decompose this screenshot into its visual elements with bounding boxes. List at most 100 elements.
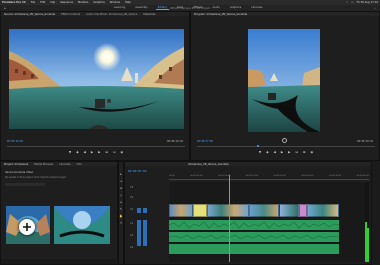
workspace-color[interactable]: Color bbox=[175, 6, 186, 10]
video-clip-highlighted[interactable] bbox=[193, 204, 207, 217]
home-icon[interactable]: ⌂ bbox=[4, 7, 6, 10]
source-timecode-duration: 00:00:19:18 bbox=[167, 140, 183, 143]
video-clip[interactable] bbox=[169, 204, 193, 217]
track-label-a3[interactable]: A3 bbox=[130, 246, 133, 249]
timeline-tracks[interactable] bbox=[168, 175, 369, 262]
search-icon[interactable]: ⌕ bbox=[375, 7, 376, 10]
source-timecode-current[interactable]: 00:00:10:04 bbox=[7, 140, 23, 143]
source-patch-a1[interactable] bbox=[137, 220, 141, 246]
step-forward-icon[interactable]: ▶ bbox=[98, 150, 100, 154]
step-back-icon[interactable]: ◀ bbox=[84, 150, 86, 154]
timeline-timecode[interactable]: 00:00:07:06 bbox=[128, 169, 147, 173]
program-video-frame[interactable] bbox=[248, 29, 320, 132]
ripple-edit-icon[interactable]: ⇹ bbox=[120, 186, 123, 190]
track-label-v2[interactable]: V2 bbox=[130, 196, 133, 199]
tab-program[interactable]: Program: Immersive_VR_Venice_Gondola bbox=[194, 13, 247, 16]
menu-help[interactable]: Help bbox=[125, 1, 131, 4]
project-info-line: No assets in this project. Click Import … bbox=[5, 176, 67, 179]
type-tool-icon[interactable]: T bbox=[120, 221, 122, 225]
target-track-a1[interactable] bbox=[143, 220, 147, 246]
workspace-assembly[interactable]: Assembly bbox=[133, 6, 150, 10]
mark-out-icon[interactable]: ◆ bbox=[266, 150, 268, 154]
mark-in-icon[interactable]: ▼ bbox=[259, 150, 261, 154]
menu-markers[interactable]: Markers bbox=[78, 1, 88, 4]
tab-libraries[interactable]: Libraries bbox=[59, 163, 70, 166]
tab-info[interactable]: Info bbox=[77, 163, 82, 166]
audio-track-a2[interactable] bbox=[168, 232, 340, 242]
tab-project[interactable]: Project: Immersive bbox=[4, 163, 28, 166]
mark-out-icon[interactable]: ◆ bbox=[76, 150, 78, 154]
menu-sequence[interactable]: Sequence bbox=[60, 1, 73, 4]
workspace-audio[interactable]: Audio bbox=[210, 6, 221, 10]
workspace-effects[interactable]: Effects bbox=[192, 6, 205, 10]
tab-audio-clip-mixer[interactable]: Audio Clip Mixer: Immersive_VR_Venice bbox=[86, 13, 137, 16]
source-video-frame[interactable] bbox=[9, 29, 184, 129]
extract-icon[interactable]: ⊠ bbox=[303, 150, 306, 154]
source-patch-v1[interactable] bbox=[137, 208, 141, 213]
video-clip[interactable] bbox=[279, 204, 299, 217]
video-clip[interactable] bbox=[249, 204, 279, 217]
step-back-icon[interactable]: ◀ bbox=[274, 150, 276, 154]
ruler-tick: 00:00 bbox=[169, 175, 175, 177]
workspace-editing[interactable]: Editing bbox=[155, 6, 169, 10]
program-playhead[interactable] bbox=[257, 145, 259, 147]
step-forward-icon[interactable]: ▶ bbox=[288, 150, 290, 154]
menu-clip[interactable]: Clip bbox=[50, 1, 55, 4]
play-icon[interactable]: ▶ bbox=[281, 150, 283, 154]
audio-track-a3[interactable] bbox=[169, 244, 339, 254]
track-label-v1[interactable]: V1 bbox=[130, 208, 133, 211]
vr-view-handle[interactable] bbox=[282, 138, 287, 143]
audio-waveform bbox=[168, 221, 340, 229]
mark-in-icon[interactable]: ▼ bbox=[69, 150, 71, 154]
insert-icon[interactable]: ⊞ bbox=[105, 150, 108, 154]
ruler-tick: 00:00:05:00 bbox=[190, 175, 203, 177]
battery-icon[interactable]: ▭ bbox=[351, 1, 353, 4]
tab-effect-controls[interactable]: Effect Controls bbox=[61, 13, 80, 16]
selection-tool-icon[interactable]: ▸ bbox=[120, 172, 122, 176]
track-select-icon[interactable]: ⇥ bbox=[120, 179, 123, 183]
wifi-icon[interactable]: ◠ bbox=[346, 1, 348, 4]
workspace-learning[interactable]: Learning bbox=[112, 6, 127, 10]
workspace-graphics[interactable]: Graphics bbox=[228, 6, 243, 10]
project-panel-footer bbox=[1, 259, 119, 264]
track-label-v3[interactable]: V3 bbox=[130, 186, 133, 189]
add-media-button[interactable] bbox=[19, 219, 35, 235]
timeline-tabs: Immersive_VR_Venice_Gondola bbox=[125, 162, 371, 166]
tab-sequence[interactable]: Immersive_VR_Venice_Gondola bbox=[188, 163, 229, 166]
project-thumbnail-2[interactable] bbox=[54, 206, 110, 244]
lift-icon[interactable]: ⊟ bbox=[295, 150, 298, 154]
tab-source[interactable]: Source: Immersive_VR_Venice_Gondola bbox=[4, 13, 55, 16]
tab-media-browser[interactable]: Media Browser bbox=[34, 163, 53, 166]
menu-edit[interactable]: Edit bbox=[40, 1, 45, 4]
export-frame-icon[interactable]: ◉ bbox=[120, 150, 123, 154]
overwrite-icon[interactable]: ⊡ bbox=[113, 150, 116, 154]
timeline-playhead[interactable] bbox=[229, 175, 230, 262]
menu-file[interactable]: File bbox=[31, 1, 35, 4]
workspace-libraries[interactable]: Libraries bbox=[249, 6, 264, 10]
audio-track-a1[interactable] bbox=[168, 220, 340, 230]
video-clip[interactable] bbox=[307, 204, 339, 217]
tab-metadata[interactable]: Metadata bbox=[143, 13, 155, 16]
menubar-clock: Fri 30 Aug 17:10 bbox=[356, 1, 378, 4]
timeline-ruler[interactable]: 00:00 00:00:05:00 00:00:10:00 00:00:15:0… bbox=[169, 175, 369, 180]
slip-tool-icon[interactable]: ↔ bbox=[120, 200, 123, 204]
program-timecode-duration: 00:00:30:10 bbox=[357, 140, 373, 143]
video-clip[interactable] bbox=[207, 204, 249, 217]
menu-graphics[interactable]: Graphics bbox=[93, 1, 104, 4]
pen-tool-icon[interactable]: ✎ bbox=[120, 207, 123, 211]
menu-app[interactable]: Premiere Pro CC bbox=[2, 1, 26, 4]
source-monitor-tabs: Source: Immersive_VR_Venice_Gondola Effe… bbox=[1, 12, 189, 16]
track-label-a2[interactable]: A2 bbox=[130, 234, 133, 237]
program-scrub-bar[interactable] bbox=[197, 146, 375, 147]
target-track-v1[interactable] bbox=[143, 208, 147, 213]
razor-tool-icon[interactable]: ◇ bbox=[120, 193, 122, 197]
video-clip-pink[interactable] bbox=[299, 204, 307, 217]
program-timecode-current[interactable]: 00:00:07:06 bbox=[197, 140, 213, 143]
track-label-a1[interactable]: A1 bbox=[130, 222, 133, 225]
source-scrub-bar[interactable] bbox=[7, 146, 185, 147]
hand-tool-icon[interactable]: ✋ bbox=[119, 214, 123, 218]
project-search-field[interactable] bbox=[5, 183, 45, 186]
vr-toggle-icon[interactable]: ◉ bbox=[310, 150, 313, 154]
play-icon[interactable]: ▶ bbox=[91, 150, 93, 154]
menu-window[interactable]: Window bbox=[110, 1, 120, 4]
